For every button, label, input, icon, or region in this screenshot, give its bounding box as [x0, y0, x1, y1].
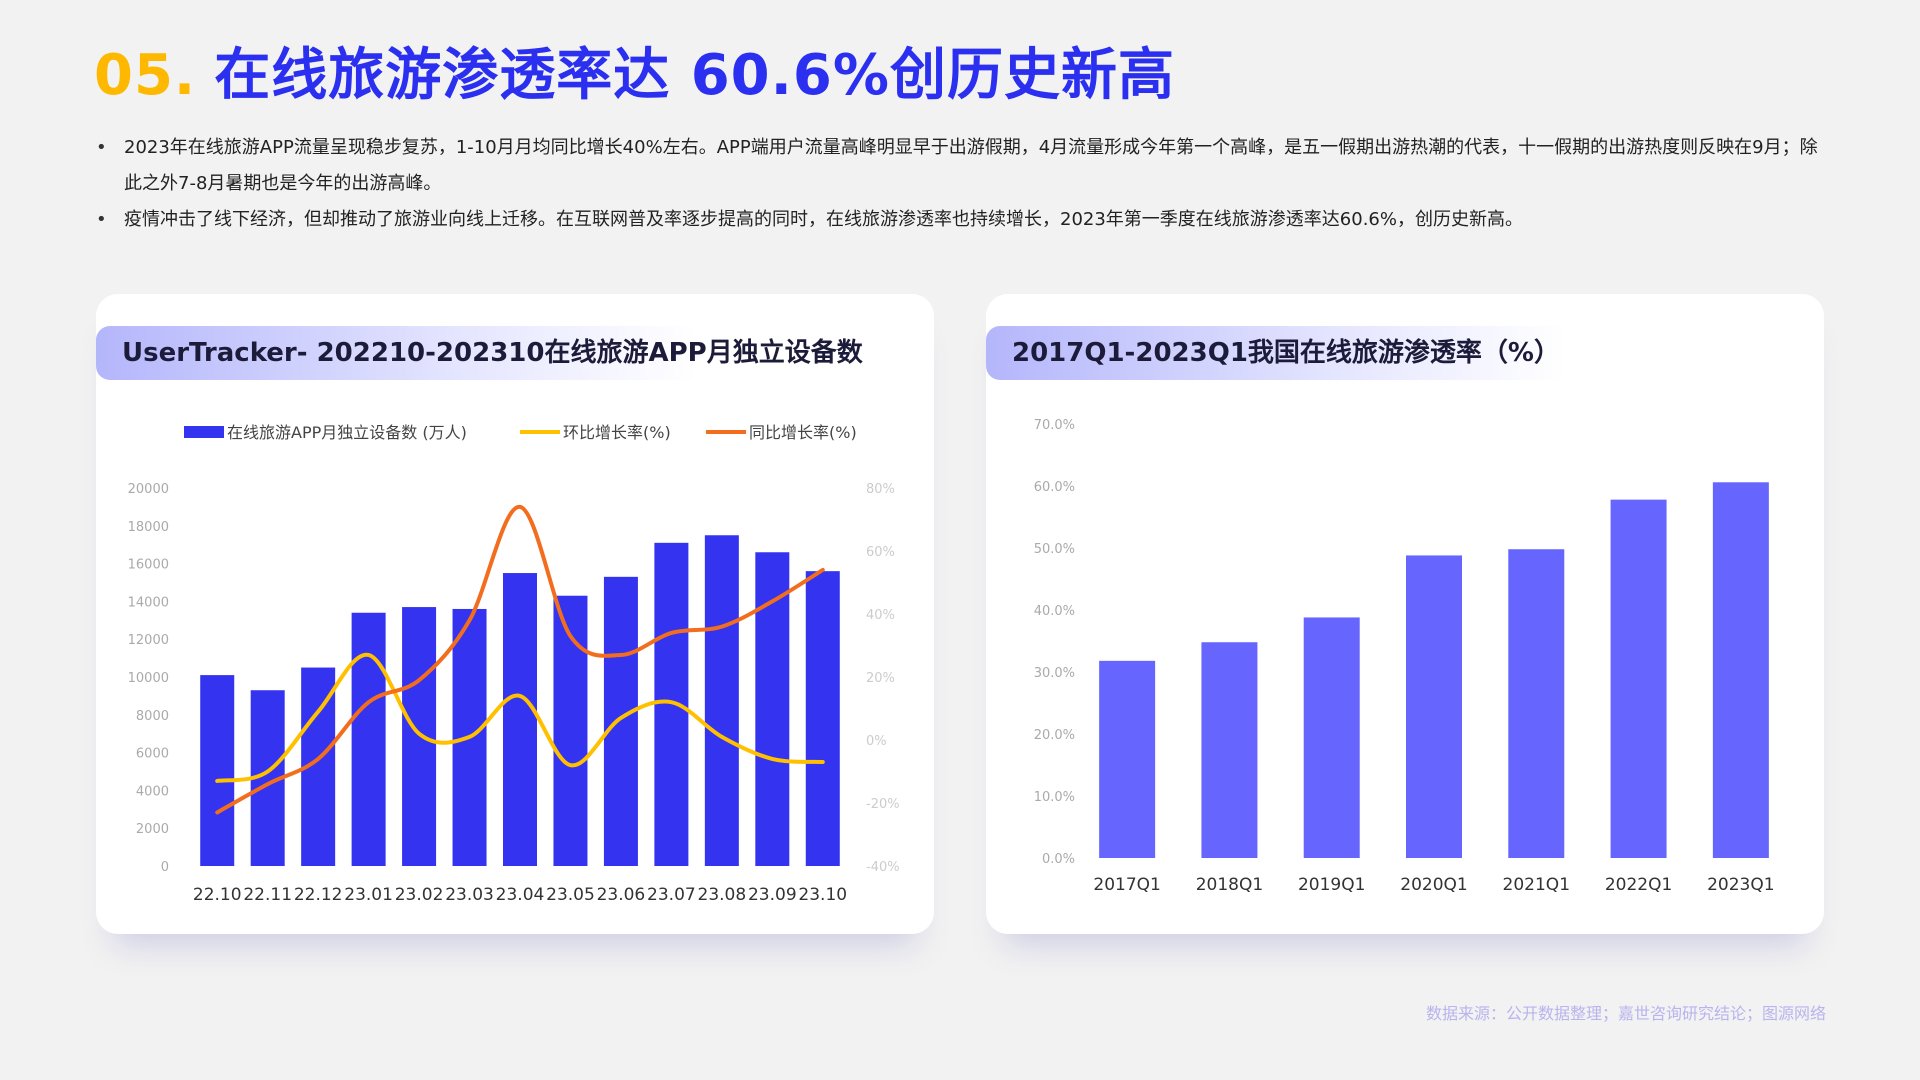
- bullet-item: 疫情冲击了线下经济，但却推动了旅游业向线上迁移。在互联网普及率逐步提高的同时，在…: [96, 202, 1826, 238]
- y-axis-tick-label: 10.0%: [1034, 790, 1075, 805]
- bar-penetration: [1610, 499, 1667, 858]
- bar-devices: [503, 573, 537, 866]
- x-axis-tick-label: 22.12: [294, 885, 343, 905]
- y2-axis-tick-label: -40%: [866, 860, 900, 875]
- y-axis-tick-label: 20.0%: [1034, 728, 1075, 743]
- page-title: 05. 在线旅游渗透率达 60.6%创历史新高: [94, 30, 1175, 111]
- x-axis-tick-label: 2019Q1: [1298, 875, 1365, 895]
- y-axis-tick-label: 8000: [136, 709, 169, 724]
- bar-devices: [402, 607, 437, 866]
- bar-penetration: [1508, 549, 1565, 858]
- y-axis-tick-label: 12000: [128, 633, 169, 648]
- summary-bullets: 2023年在线旅游APP流量呈现稳步复苏，1-10月月均同比增长40%左右。AP…: [96, 130, 1826, 238]
- y-axis-tick-label: 6000: [136, 747, 169, 762]
- bar-devices: [603, 576, 638, 866]
- y-axis-tick-label: 20000: [128, 482, 169, 497]
- x-axis-tick-label: 2021Q1: [1503, 875, 1570, 895]
- x-axis-tick-label: 23.06: [597, 885, 646, 905]
- y2-axis-tick-label: 80%: [866, 482, 895, 497]
- bullet-item: 2023年在线旅游APP流量呈现稳步复苏，1-10月月均同比增长40%左右。AP…: [96, 130, 1826, 202]
- bar-penetration: [1099, 660, 1156, 858]
- bar-penetration: [1406, 555, 1462, 858]
- title-text: 在线旅游渗透率达 60.6%创历史新高: [214, 43, 1175, 108]
- x-axis-tick-label: 22.10: [193, 885, 242, 905]
- x-axis-tick-label: 23.07: [647, 885, 696, 905]
- y2-axis-tick-label: 40%: [866, 608, 895, 623]
- app-devices-chart-card: UserTracker- 202210-202310在线旅游APP月独立设备数 …: [96, 294, 934, 934]
- legend-mom-label: 环比增长率(%): [563, 423, 671, 442]
- y-axis-tick-label: 2000: [136, 822, 169, 837]
- bar-penetration: [1712, 482, 1769, 858]
- x-axis-tick-label: 23.04: [496, 885, 545, 905]
- x-axis-tick-label: 23.05: [546, 885, 595, 905]
- section-number: 05.: [94, 43, 197, 108]
- app-devices-chart: 在线旅游APP月独立设备数 (万人) 环比增长率(%) 同比增长率(%) 0 2000 4…: [128, 423, 900, 905]
- x-axis-tick-label: 23.02: [395, 885, 444, 905]
- bar-devices: [654, 542, 689, 866]
- x-axis-tick-label: 2020Q1: [1400, 875, 1467, 895]
- y-axis-tick-label: 70.0%: [1034, 418, 1075, 433]
- x-axis-tick-label: 2017Q1: [1093, 875, 1160, 895]
- x-axis-tick-label: 23.03: [445, 885, 494, 905]
- y-axis-tick-label: 4000: [136, 784, 169, 799]
- y-axis-tick-label: 60.0%: [1034, 480, 1075, 495]
- y2-axis-tick-label: 60%: [866, 545, 895, 560]
- x-axis-tick-label: 23.01: [344, 885, 393, 905]
- y-axis-tick-label: 16000: [128, 558, 169, 573]
- penetration-chart: 0.0% 10.0% 20.0% 30.0% 40.0% 50.0% 60.0% 70.0% 2…: [1034, 418, 1775, 895]
- legend-yoy-label: 同比增长率(%): [749, 423, 857, 442]
- y-axis-tick-label: 0.0%: [1042, 852, 1075, 867]
- y-axis-tick-label: 50.0%: [1034, 542, 1075, 557]
- legend-bar-swatch: [184, 426, 224, 438]
- y-axis-tick-label: 14000: [128, 595, 169, 610]
- y-axis-tick-label: 10000: [128, 671, 169, 686]
- legend-bar-label: 在线旅游APP月独立设备数 (万人): [227, 423, 467, 442]
- y2-axis-tick-label: 20%: [866, 671, 895, 686]
- penetration-chart-card: 2017Q1-2023Q1我国在线旅游渗透率（%） 0.0% 10.0% 20.0%…: [986, 294, 1824, 934]
- y2-axis-tick-label: -20%: [866, 797, 900, 812]
- y-axis-tick-label: 0: [161, 860, 169, 875]
- y2-axis-tick-label: 0%: [866, 734, 887, 749]
- x-axis-tick-label: 23.08: [698, 885, 747, 905]
- bar-devices: [704, 535, 739, 866]
- bar-penetration: [1201, 642, 1258, 858]
- x-axis-tick-label: 23.10: [798, 885, 847, 905]
- x-axis-tick-label: 2023Q1: [1707, 875, 1774, 895]
- x-axis-tick-label: 2018Q1: [1196, 875, 1263, 895]
- x-axis-tick-label: 22.11: [243, 885, 292, 905]
- x-axis-tick-label: 2022Q1: [1605, 875, 1672, 895]
- bar-penetration: [1303, 617, 1360, 858]
- y-axis-tick-label: 40.0%: [1034, 604, 1075, 619]
- y-axis-tick-label: 18000: [128, 520, 169, 535]
- data-source-note: 数据来源：公开数据整理；嘉世咨询研究结论；图源网络: [1425, 1004, 1826, 1023]
- bar-devices: [805, 571, 840, 866]
- bar-devices: [351, 612, 386, 866]
- x-axis-tick-label: 23.09: [748, 885, 797, 905]
- bar-devices: [200, 675, 235, 866]
- y-axis-tick-label: 30.0%: [1034, 666, 1075, 681]
